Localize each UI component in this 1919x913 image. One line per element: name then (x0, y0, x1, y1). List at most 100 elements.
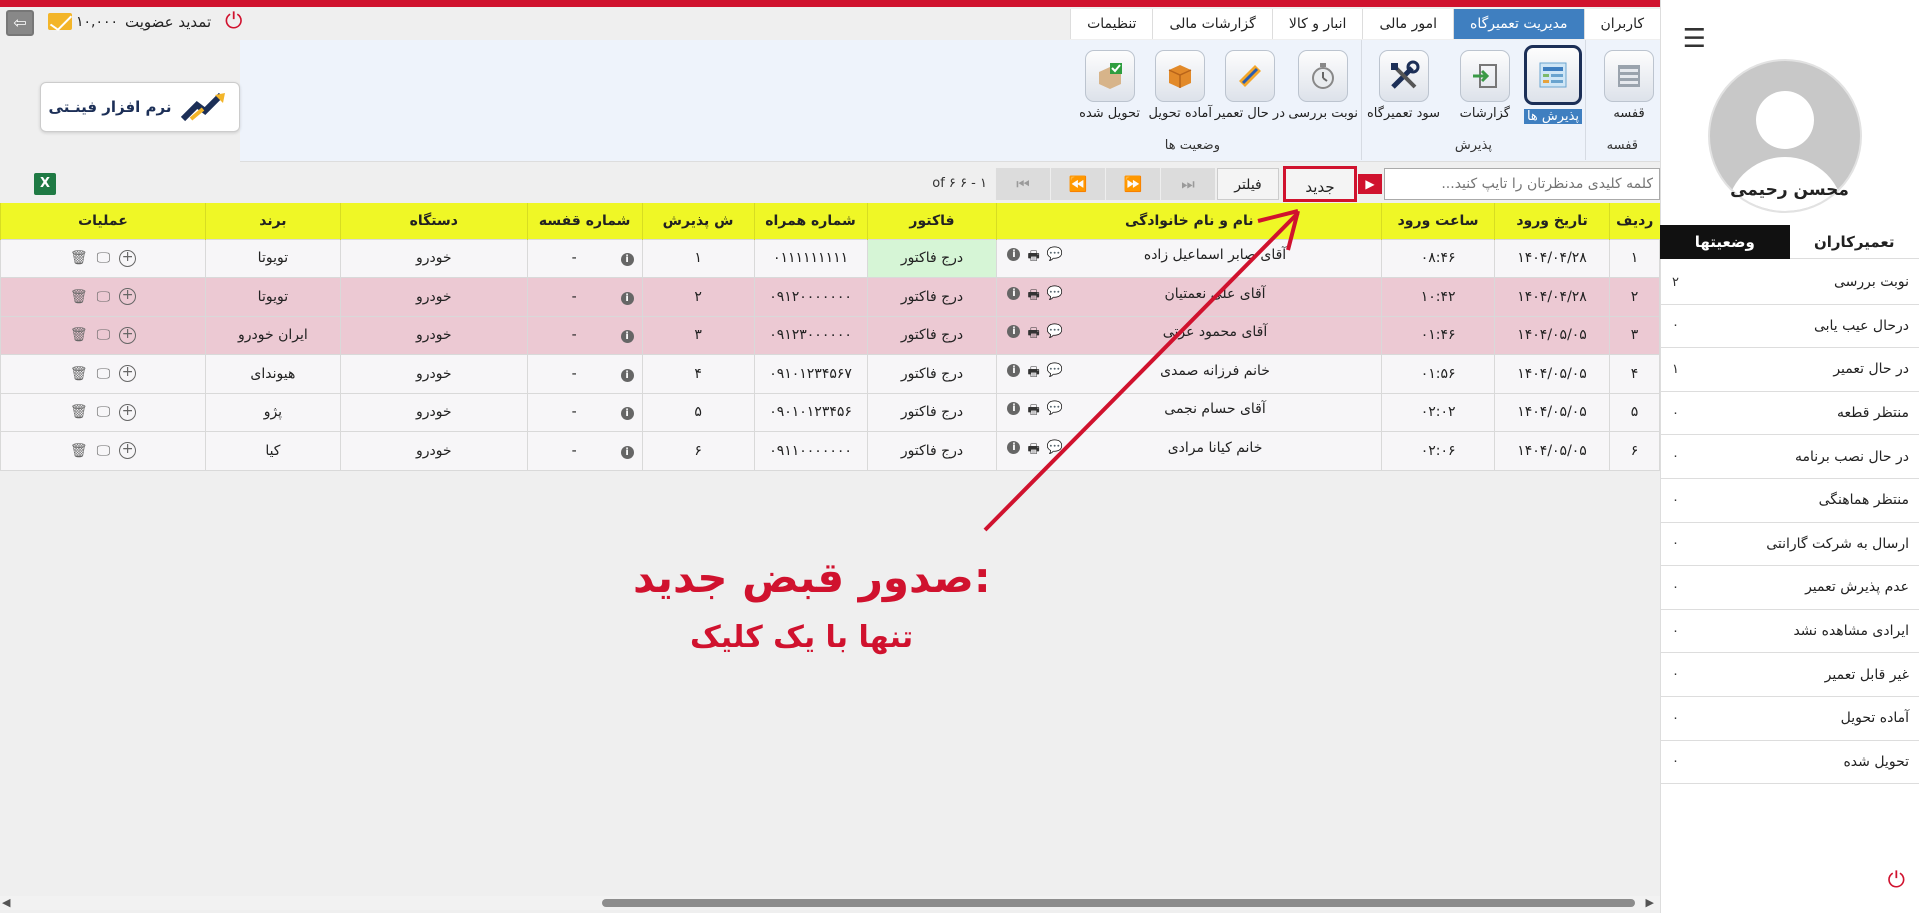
info-icon[interactable]: i (1007, 248, 1021, 262)
status-item[interactable]: عدم پذیرش تعمیر ۰ (1660, 566, 1919, 610)
prev-page-icon[interactable]: ⏪ (1050, 168, 1105, 200)
info-icon[interactable]: i (1007, 325, 1021, 339)
add-icon[interactable]: + (119, 403, 137, 421)
add-icon[interactable]: + (119, 442, 137, 460)
print-icon[interactable]: 🖶 (1027, 363, 1039, 385)
tab-statuses[interactable]: وضعیتها (1660, 225, 1790, 259)
add-icon[interactable]: + (119, 288, 137, 306)
col-time[interactable]: ساعت ورود (1381, 203, 1495, 239)
chat-icon[interactable]: 💬 (1047, 401, 1063, 423)
status-item[interactable]: تحویل شده ۰ (1660, 741, 1919, 785)
nav-tab-inventory[interactable]: انبار و کالا (1271, 9, 1363, 39)
status-item[interactable]: در حال تعمیر ۱ (1660, 348, 1919, 392)
table-row[interactable]: ۳ ۱۴۰۴/۰۵/۰۵ ۰۱:۴۶ آقای محمود عزتی 💬 🖶 i در… (0, 315, 1660, 355)
last-page-icon[interactable]: ⏭ (1160, 168, 1215, 200)
cell-invoice[interactable]: درج فاکتور (866, 431, 998, 471)
scroll-right-icon[interactable]: ▶ (1646, 896, 1654, 909)
info-icon[interactable]: i (1007, 440, 1021, 454)
cell-invoice[interactable]: درج فاکتور (866, 277, 998, 317)
logout-icon[interactable]: ⇦ (6, 10, 34, 36)
info-icon[interactable]: i (620, 291, 634, 305)
first-page-icon[interactable]: ⏮ (995, 168, 1050, 200)
trash-icon[interactable]: 🗑 (70, 404, 88, 420)
info-icon[interactable]: i (620, 407, 634, 421)
search-input[interactable] (1384, 168, 1660, 200)
print-icon[interactable]: 🖶 (1027, 247, 1039, 269)
nav-tab-settings[interactable]: تنظیمات (1070, 9, 1153, 39)
info-icon[interactable]: i (1007, 402, 1021, 416)
table-row[interactable]: ۶ ۱۴۰۴/۰۵/۰۵ ۰۲:۰۶ خانم کیانا مرادی 💬 🖶 i د… (0, 431, 1660, 471)
chat-icon[interactable]: 💬 (1047, 363, 1063, 385)
col-cage-no[interactable]: شماره قفسه (526, 203, 643, 239)
chat-icon[interactable]: 💬 (1047, 286, 1063, 308)
monitor-icon[interactable]: 🖵 (97, 327, 111, 343)
nav-tab-finance[interactable]: امور مالی (1362, 9, 1453, 39)
nav-tab-users[interactable]: کاربران (1583, 9, 1660, 39)
col-date[interactable]: تاریخ ورود (1494, 203, 1610, 239)
ready-delivery-button[interactable]: آماده تحویل (1149, 50, 1212, 121)
status-item[interactable]: ایرادی مشاهده نشد ۰ (1660, 610, 1919, 654)
info-icon[interactable]: i (620, 368, 634, 382)
nav-tab-repair-management[interactable]: مدیریت تعمیرگاه (1452, 9, 1584, 39)
receptions-button[interactable]: پذیرش ها (1524, 45, 1582, 124)
table-row[interactable]: ۵ ۱۴۰۴/۰۵/۰۵ ۰۲:۰۲ آقای حسام نجمی 💬 🖶 i درج… (0, 392, 1660, 432)
table-row[interactable]: ۲ ۱۴۰۴/۰۴/۲۸ ۱۰:۴۲ آقای علی نعمتیان 💬 🖶 i د… (0, 277, 1660, 317)
monitor-icon[interactable]: 🖵 (97, 443, 111, 459)
nav-tab-financial-reports[interactable]: گزارشات مالی (1152, 9, 1272, 39)
cell-invoice[interactable]: درج فاکتور (866, 392, 998, 432)
trash-icon[interactable]: 🗑 (70, 443, 88, 459)
col-invoice[interactable]: فاکتور (866, 203, 997, 239)
tab-repairmen[interactable]: تعمیرکاران (1789, 225, 1919, 259)
search-go-icon[interactable]: ▶ (1358, 174, 1382, 194)
reports-button[interactable]: گزارشات (1460, 50, 1510, 121)
print-icon[interactable]: 🖶 (1027, 440, 1039, 462)
trash-icon[interactable]: 🗑 (70, 327, 88, 343)
info-icon[interactable]: i (620, 330, 634, 344)
table-row[interactable]: ۱ ۱۴۰۴/۰۴/۲۸ ۰۸:۴۶ آقای صابر اسماعیل زاد… (0, 238, 1660, 278)
renew-membership-link[interactable]: تمدید عضویت (125, 13, 211, 31)
scrollbar-thumb[interactable] (602, 899, 1635, 907)
queue-review-button[interactable]: نوبت بررسی (1288, 50, 1358, 121)
delivered-button[interactable]: تحویل شده (1079, 50, 1140, 121)
info-icon[interactable]: i (1007, 286, 1021, 300)
table-row[interactable]: ۴ ۱۴۰۴/۰۵/۰۵ ۰۱:۵۶ خانم فرزانه صمدی 💬 🖶 i د… (0, 354, 1660, 394)
add-icon[interactable]: + (119, 326, 137, 344)
add-icon[interactable]: + (119, 365, 137, 383)
col-name[interactable]: نام و نام خانوادگی (996, 203, 1382, 239)
col-brand[interactable]: برند (204, 203, 341, 239)
info-icon[interactable]: i (620, 445, 634, 459)
filter-button[interactable]: فیلتر (1217, 168, 1279, 200)
trash-icon[interactable]: 🗑 (70, 250, 88, 266)
info-icon[interactable]: i (1007, 363, 1021, 377)
monitor-icon[interactable]: 🖵 (97, 366, 111, 382)
print-icon[interactable]: 🖶 (1027, 324, 1039, 346)
monitor-icon[interactable]: 🖵 (97, 404, 111, 420)
col-phone[interactable]: شماره همراه (753, 203, 868, 239)
status-item[interactable]: در حال نصب برنامه ۰ (1660, 435, 1919, 479)
cell-invoice[interactable]: درج فاکتور (866, 315, 998, 355)
next-page-icon[interactable]: ⏩ (1105, 168, 1160, 200)
col-reception-no[interactable]: ش پذیرش (641, 203, 755, 239)
excel-export-icon[interactable]: X (34, 173, 56, 195)
status-item[interactable]: نوبت بررسی ۲ (1660, 261, 1919, 305)
power-icon[interactable]: ⏻ (225, 9, 242, 34)
col-device[interactable]: دستگاه (339, 203, 528, 239)
status-item[interactable]: غیر قابل تعمیر ۰ (1660, 653, 1919, 697)
chat-icon[interactable]: 💬 (1047, 324, 1063, 346)
monitor-icon[interactable]: 🖵 (97, 289, 111, 305)
profit-button[interactable]: سود تعمیرگاه (1367, 50, 1440, 121)
cage-button[interactable]: قفسه (1604, 50, 1654, 121)
status-item[interactable]: درحال عیب یابی ۰ (1660, 305, 1919, 349)
cell-invoice[interactable]: درج فاکتور (866, 238, 998, 278)
info-icon[interactable]: i (620, 253, 634, 267)
add-icon[interactable]: + (119, 249, 137, 267)
chat-icon[interactable]: 💬 (1047, 247, 1063, 269)
print-icon[interactable]: 🖶 (1027, 401, 1039, 423)
status-item[interactable]: آماده تحویل ۰ (1660, 697, 1919, 741)
status-item[interactable]: منتظر قطعه ۰ (1660, 392, 1919, 436)
trash-icon[interactable]: 🗑 (70, 366, 88, 382)
col-row[interactable]: ردیف (1609, 203, 1660, 239)
repairing-button[interactable]: در حال تعمیر (1215, 50, 1285, 121)
new-reception-button[interactable]: جدید (1283, 166, 1357, 202)
menu-icon[interactable]: ☰ (1683, 24, 1706, 54)
